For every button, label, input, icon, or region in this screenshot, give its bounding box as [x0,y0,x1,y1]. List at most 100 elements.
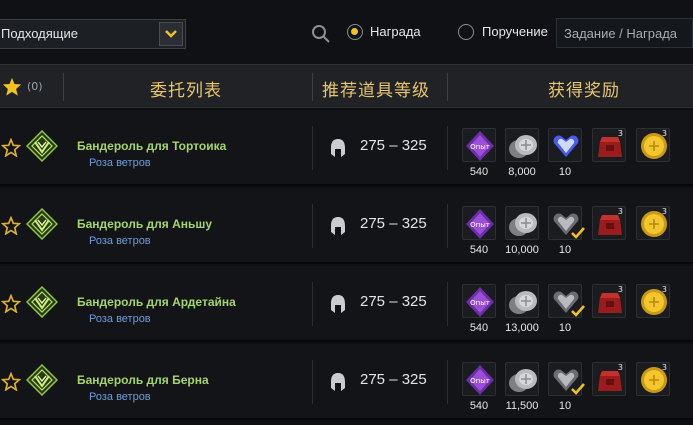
radio-reward[interactable] [347,24,363,40]
divider [447,73,448,101]
reward-stack-count: 3 [617,285,623,294]
exp-crystal-icon[interactable]: Опыт [462,206,496,240]
commission-type-icon [25,207,59,244]
commission-type-icon [25,363,59,400]
table-header: (0) 委托列表 推荐道具等级 获得奖励 [0,64,693,108]
gold-coin-icon[interactable]: 3 [636,128,670,162]
search-input[interactable] [556,18,693,48]
divider [312,126,313,170]
silver-coins-icon[interactable] [505,362,539,396]
search-icon[interactable] [311,24,331,44]
checkmark-icon [571,224,585,243]
divider [447,204,448,248]
reward-amount: 10 [558,244,572,256]
radio-commission[interactable] [458,24,474,40]
commission-name: Бандероль для Тортоика [77,139,227,153]
commission-name: Бандероль для Ардетайна [77,295,236,309]
commission-name: Бандероль для Аньшу [77,217,213,231]
divider [447,126,448,170]
recommended-level: 275 – 325 [360,293,427,310]
recommended-level: 275 – 325 [360,137,427,154]
dropdown-value: Подходящие [1,26,78,41]
silver-coins-icon[interactable] [505,206,539,240]
reward-amount: 10 [558,166,572,178]
silver-coins-icon[interactable] [505,284,539,318]
table-row[interactable]: Бандероль для Ардетайна Роза ветров 275 … [0,266,693,342]
star-outline-icon[interactable] [0,215,22,239]
divider [63,73,64,101]
reward-stack-count: 3 [661,363,667,372]
star-outline-icon[interactable] [0,293,22,317]
reward-amount: 13,000 [505,322,539,334]
exp-crystal-icon[interactable]: Опыт [462,284,496,318]
commission-name: Бандероль для Берна [77,373,209,387]
star-outline-icon[interactable] [0,371,22,395]
radio-reward-label[interactable]: Награда [370,24,421,39]
reward-stack-count: 3 [617,207,623,216]
grey-heart-gem-icon[interactable] [548,206,585,243]
red-pouch-icon[interactable]: 3 [592,284,626,318]
red-pouch-icon[interactable]: 3 [592,362,626,396]
reward-amount: 540 [469,244,489,256]
reward-stack-count: 3 [617,363,623,372]
reward-stack-count: 3 [661,129,667,138]
reward-amount: 10 [558,400,572,412]
table-row[interactable]: Бандероль для Берна Роза ветров 275 – 32… [0,344,693,420]
exp-crystal-icon[interactable]: Опыт [462,362,496,396]
reward-amount: 8,000 [508,166,536,178]
filter-bar: Подходящие Награда Поручение [0,0,693,64]
column-commission-list[interactable]: 委托列表 [150,76,222,101]
red-pouch-icon[interactable]: 3 [592,206,626,240]
recommended-level: 275 – 325 [360,215,427,232]
gold-coin-icon[interactable]: 3 [636,206,670,240]
helmet-icon [329,372,347,396]
gold-coin-icon[interactable]: 3 [636,284,670,318]
grey-heart-gem-icon[interactable] [548,362,585,399]
reward-stack-count: 3 [661,285,667,294]
reward-stack-count: 3 [661,207,667,216]
column-recommended-level[interactable]: 推荐道具等级 [322,76,430,101]
silver-coins-icon[interactable] [505,128,539,162]
commission-location: Роза ветров [89,235,151,247]
radio-commission-label[interactable]: Поручение [482,24,548,39]
table-row[interactable]: Бандероль для Тортоика Роза ветров 275 –… [0,110,693,186]
exp-crystal-icon[interactable]: Опыт [462,128,496,162]
helmet-icon [329,294,347,318]
reward-amount: 540 [469,166,489,178]
reward-stack-count: 3 [617,129,623,138]
table-row[interactable]: Бандероль для Аньшу Роза ветров 275 – 32… [0,188,693,264]
helmet-icon [329,138,347,162]
commission-location: Роза ветров [89,157,151,169]
divider [312,204,313,248]
star-outline-icon[interactable] [0,137,22,161]
checkmark-icon [571,302,585,321]
favorite-count: (0) [27,80,43,93]
checkmark-icon [571,380,585,399]
filter-dropdown[interactable]: Подходящие [0,19,186,49]
red-pouch-icon[interactable]: 3 [592,128,626,162]
reward-amount: 540 [469,322,489,334]
svg-text:Опыт: Опыт [470,143,490,151]
divider [312,282,313,326]
commission-location: Роза ветров [89,391,151,403]
divider [312,73,313,101]
reward-amount: 10 [558,322,572,334]
svg-text:Опыт: Опыт [470,299,490,307]
divider [447,360,448,404]
svg-text:Опыт: Опыт [470,221,490,229]
favorite-star-icon[interactable] [2,77,22,100]
gold-coin-icon[interactable]: 3 [636,362,670,396]
divider [312,360,313,404]
reward-amount: 10,000 [505,244,539,256]
commission-location: Роза ветров [89,313,151,325]
svg-text:Опыт: Опыт [470,377,490,385]
reward-amount: 540 [469,400,489,412]
blue-heart-gem-icon[interactable] [548,128,582,162]
divider [447,282,448,326]
reward-amount: 11,500 [505,400,539,412]
commission-type-icon [25,285,59,322]
helmet-icon [329,216,347,240]
grey-heart-gem-icon[interactable] [548,284,585,321]
column-rewards[interactable]: 获得奖励 [548,76,620,101]
chevron-down-icon[interactable] [159,22,183,46]
